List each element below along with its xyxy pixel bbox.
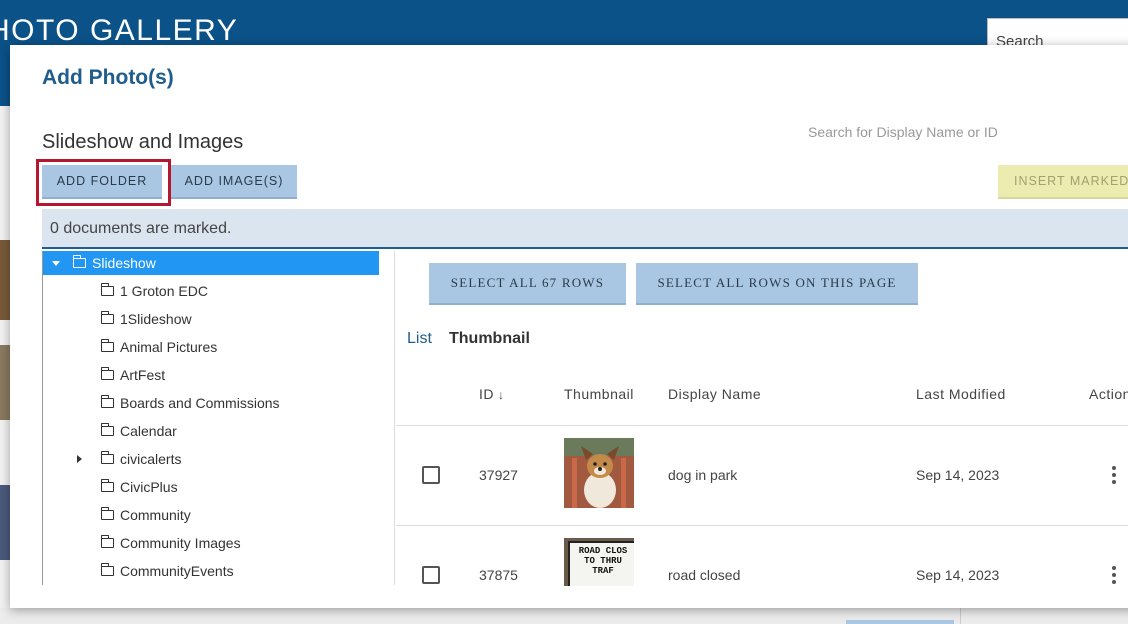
tree-item-label: CivicPlus xyxy=(120,479,178,495)
thumbnail-road-closed-image: ROAD CLOS TO THRU TRAF xyxy=(564,538,634,586)
tree-item[interactable]: Calendar xyxy=(100,419,177,443)
tree-item[interactable]: CivicPlus xyxy=(100,475,178,499)
background-image-strip xyxy=(0,240,10,320)
folder-icon xyxy=(100,507,114,520)
modal-title: Add Photo(s) xyxy=(42,66,174,89)
folder-icon xyxy=(100,563,114,576)
column-header-display-name[interactable]: Display Name xyxy=(668,386,761,402)
background-page-footer xyxy=(0,608,1128,624)
view-list-tab[interactable]: List xyxy=(407,330,432,348)
folder-tree: Slideshow 1 Groton EDC 1Slideshow Animal… xyxy=(42,251,382,585)
dog-photo-icon xyxy=(564,438,634,508)
folder-icon xyxy=(100,283,114,296)
road-sign: ROAD CLOS TO THRU TRAF xyxy=(568,541,634,586)
folder-open-icon xyxy=(72,255,86,268)
row-divider xyxy=(396,425,1128,426)
tree-item-label: ArtFest xyxy=(120,367,166,383)
tree-item[interactable]: Boards and Commissions xyxy=(100,391,280,415)
caret-right-icon[interactable] xyxy=(77,455,82,463)
tree-item-label: 1Slideshow xyxy=(120,311,192,327)
column-header-last-modified[interactable]: Last Modified xyxy=(916,386,1006,402)
tree-item-slideshow[interactable]: Slideshow xyxy=(43,251,379,275)
tree-item-label: CommunityEvents xyxy=(120,563,234,579)
row-id: 37927 xyxy=(479,467,518,483)
panel-divider xyxy=(394,251,395,585)
folder-icon xyxy=(100,423,114,436)
display-name-search-input[interactable]: Search for Display Name or ID xyxy=(808,124,998,140)
tree-item[interactable]: 1 Groton EDC xyxy=(100,279,208,303)
section-title: Slideshow and Images xyxy=(42,131,244,153)
tree-item-label: Calendar xyxy=(120,423,177,439)
tree-item[interactable]: CommunityEvents xyxy=(100,559,234,583)
row-checkbox[interactable] xyxy=(422,566,440,584)
column-header-label: ID xyxy=(479,386,494,402)
tree-item-label: Community xyxy=(120,507,191,523)
column-header-thumbnail: Thumbnail xyxy=(564,386,634,402)
row-actions-kebab-icon[interactable] xyxy=(1112,466,1116,484)
view-thumbnail-tab[interactable]: Thumbnail xyxy=(449,330,530,348)
folder-icon xyxy=(100,395,114,408)
folder-icon xyxy=(100,367,114,380)
row-actions-kebab-icon[interactable] xyxy=(1112,566,1116,584)
folder-icon xyxy=(100,451,114,464)
row-checkbox[interactable] xyxy=(422,466,440,484)
tree-item-label: Community Images xyxy=(120,535,241,551)
marked-status-bar: 0 documents are marked. xyxy=(42,209,1128,249)
row-last-modified: Sep 14, 2023 xyxy=(916,567,1000,583)
tree-item[interactable]: Community Images xyxy=(100,531,241,555)
road-sign-text: ROAD CLOS TO THRU TRAF xyxy=(578,546,628,576)
tree-item[interactable]: 1Slideshow xyxy=(100,307,192,331)
marked-status-text: 0 documents are marked. xyxy=(50,220,232,237)
tree-item-label: civicalerts xyxy=(120,451,182,467)
tree-item[interactable]: ArtFest xyxy=(100,363,166,387)
background-image-strip xyxy=(0,485,10,560)
tree-item-label: Slideshow xyxy=(92,255,156,271)
insert-marked-button[interactable]: INSERT MARKED xyxy=(998,165,1128,199)
row-display-name: dog in park xyxy=(668,467,738,483)
add-images-button[interactable]: ADD IMAGE(S) xyxy=(171,165,297,199)
row-last-modified: Sep 14, 2023 xyxy=(916,467,1000,483)
row-display-name: road closed xyxy=(668,567,741,583)
tree-item-label: Animal Pictures xyxy=(120,339,218,355)
tree-item[interactable]: Animal Pictures xyxy=(100,335,218,359)
row-divider xyxy=(396,525,1128,526)
tree-item-label: 1 Groton EDC xyxy=(120,283,208,299)
caret-down-icon[interactable] xyxy=(52,260,60,266)
folder-icon xyxy=(100,311,114,324)
site-title: HOTO GALLERY xyxy=(0,14,239,47)
select-page-rows-button[interactable]: SELECT ALL ROWS ON THIS PAGE xyxy=(636,263,918,305)
tree-item-label: Boards and Commissions xyxy=(120,395,280,411)
add-folder-button[interactable]: ADD FOLDER xyxy=(42,165,162,199)
tree-item-civicalerts[interactable]: civicalerts xyxy=(77,447,181,471)
background-image-strip xyxy=(0,345,10,420)
folder-icon xyxy=(100,339,114,352)
thumbnail-dog-image xyxy=(564,438,634,508)
add-photos-modal: Add Photo(s) Slideshow and Images Search… xyxy=(10,45,1128,608)
background-button xyxy=(846,620,954,624)
row-id: 37875 xyxy=(479,567,518,583)
select-all-rows-button[interactable]: SELECT ALL 67 ROWS xyxy=(429,263,626,305)
folder-icon xyxy=(100,535,114,548)
column-header-id[interactable]: ID ↓ xyxy=(479,386,505,402)
background-divider xyxy=(960,608,961,624)
folder-icon xyxy=(100,479,114,492)
sort-arrow-down-icon: ↓ xyxy=(498,388,505,402)
tree-item[interactable]: Community xyxy=(100,503,191,527)
column-header-actions: Actions xyxy=(1089,386,1128,402)
